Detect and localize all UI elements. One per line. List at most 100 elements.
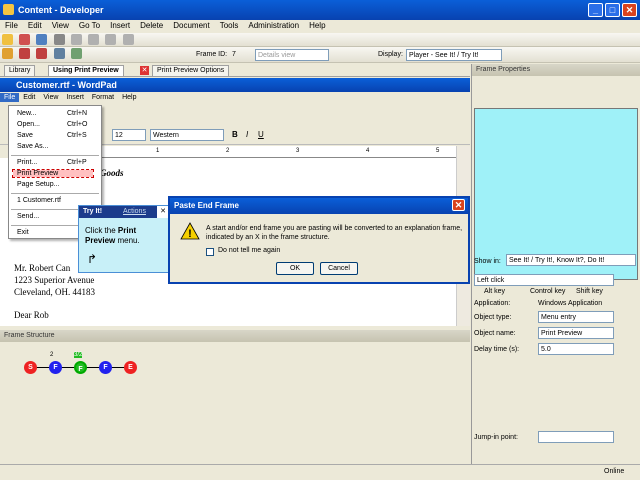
- callout-tab-actions[interactable]: Actions: [123, 208, 146, 215]
- file-menu-item[interactable]: Page Setup...: [17, 181, 97, 188]
- italic-button[interactable]: I: [246, 130, 248, 139]
- menu-separator: [11, 193, 99, 194]
- menu-delete[interactable]: Delete: [135, 20, 168, 31]
- dialog-message: A start and/or end frame you are pasting…: [206, 225, 463, 241]
- copy-icon[interactable]: [88, 34, 100, 45]
- ruler-mark: 3: [296, 148, 300, 154]
- menu-file[interactable]: File: [0, 20, 23, 31]
- file-menu-item-shortcut: Ctrl+S: [67, 132, 87, 139]
- cancel-button[interactable]: Cancel: [320, 262, 358, 275]
- file-menu-item[interactable]: New... Ctrl+N: [17, 110, 97, 117]
- window-title: Content - Developer: [18, 5, 104, 15]
- paste-end-frame-dialog: Paste End Frame ✕ ! A start and/or end f…: [168, 196, 470, 284]
- display-label: Display:: [378, 51, 403, 58]
- menu-go-to[interactable]: Go To: [74, 20, 105, 31]
- callout-text-2: menu.: [115, 236, 140, 245]
- open-icon[interactable]: [36, 34, 48, 45]
- show-in-label: Show in:: [474, 258, 501, 265]
- tab-using-print-preview[interactable]: Using Print Preview: [48, 65, 124, 77]
- file-menu-item[interactable]: Open... Ctrl+O: [17, 121, 97, 128]
- tab-library[interactable]: Library: [4, 65, 36, 77]
- insert-frame-icon[interactable]: [19, 48, 31, 59]
- show-in-select[interactable]: See It! / Try It!, Know It?, Do It!: [506, 254, 636, 266]
- paste-icon[interactable]: [105, 34, 117, 45]
- object-type-select[interactable]: Menu entry: [538, 311, 614, 323]
- app-titlebar: Content - Developer _ □ ✕: [0, 0, 640, 20]
- save-icon[interactable]: [53, 34, 65, 45]
- wordpad-menu-help[interactable]: Help: [118, 93, 140, 102]
- properties-icon[interactable]: [70, 48, 82, 59]
- frame-count-label: 3/2: [74, 352, 83, 358]
- file-menu-item[interactable]: Print Preview: [12, 169, 94, 178]
- file-menu-item-label: Print...: [17, 159, 38, 166]
- file-menu-item[interactable]: 1 Customer.rtf: [17, 197, 97, 204]
- frame-id-value: 7: [232, 51, 236, 58]
- dialog-close-button[interactable]: ✕: [452, 199, 465, 211]
- ruler-mark: 4: [366, 148, 370, 154]
- callout-tab-tryit[interactable]: Try It!: [83, 208, 102, 215]
- toolbar-standard: [0, 33, 640, 47]
- action-select[interactable]: Left click: [474, 274, 614, 286]
- menu-document[interactable]: Document: [168, 20, 214, 31]
- tab-print-preview-options[interactable]: Print Preview Options: [152, 65, 230, 77]
- dialog-titlebar: Paste End Frame ✕: [170, 198, 468, 214]
- svg-text:!: !: [188, 228, 192, 240]
- bold-button[interactable]: B: [232, 130, 238, 139]
- wordpad-menu-file[interactable]: File: [0, 93, 20, 102]
- menu-separator: [11, 155, 99, 156]
- close-button[interactable]: ✕: [622, 3, 637, 17]
- font-size-select[interactable]: 12: [112, 129, 146, 141]
- display-select[interactable]: Player - See It! / Try It!: [406, 49, 502, 61]
- frame-node-selected[interactable]: F: [74, 361, 87, 374]
- wordpad-menu-view[interactable]: View: [39, 93, 62, 102]
- frame-id-label: Frame ID:: [196, 51, 228, 58]
- main-menubar: File Edit View Go To Insert Delete Document Too…: [0, 20, 640, 33]
- record-icon[interactable]: [2, 48, 13, 59]
- close-tab-icon[interactable]: ✕: [140, 66, 149, 75]
- underline-button[interactable]: U: [258, 130, 264, 139]
- shift-key-checkbox[interactable]: Shift key: [576, 288, 603, 295]
- delay-time-select[interactable]: 5.0: [538, 343, 614, 355]
- jump-in-input[interactable]: [538, 431, 614, 443]
- publish-icon[interactable]: [19, 34, 31, 45]
- menu-view[interactable]: View: [47, 20, 74, 31]
- menu-insert[interactable]: Insert: [105, 20, 135, 31]
- frame-node[interactable]: F: [49, 361, 62, 374]
- cut-icon[interactable]: [70, 34, 82, 45]
- ok-button[interactable]: OK: [276, 262, 314, 275]
- wordpad-menu-edit[interactable]: Edit: [19, 93, 39, 102]
- frame-node[interactable]: F: [99, 361, 112, 374]
- menu-tools[interactable]: Tools: [215, 20, 244, 31]
- file-menu-item-label: Open...: [17, 121, 40, 128]
- control-key-checkbox[interactable]: Control key: [530, 288, 565, 295]
- alt-key-checkbox[interactable]: Alt key: [484, 288, 505, 295]
- undo-icon[interactable]: [122, 34, 134, 45]
- minimize-button[interactable]: _: [588, 3, 603, 17]
- wordpad-menu-insert[interactable]: Insert: [62, 93, 88, 102]
- script-select[interactable]: Western: [150, 129, 224, 141]
- maximize-button[interactable]: □: [605, 3, 620, 17]
- dont-tell-checkbox[interactable]: [206, 248, 214, 256]
- file-menu-item-shortcut: Ctrl+N: [67, 110, 88, 117]
- new-icon[interactable]: [2, 34, 13, 45]
- file-menu-item[interactable]: Save Ctrl+S: [17, 132, 97, 139]
- file-menu-item-label: Send...: [17, 213, 40, 220]
- start-frame-node[interactable]: S: [24, 361, 37, 374]
- file-menu-item[interactable]: Save As...: [17, 143, 97, 150]
- end-frame-node[interactable]: E: [124, 361, 137, 374]
- wordpad-menu-format[interactable]: Format: [88, 93, 118, 102]
- view-select[interactable]: Details view: [255, 49, 329, 61]
- dialog-title: Paste End Frame: [174, 201, 239, 210]
- doc-heading: Goods: [100, 168, 124, 178]
- menu-administration[interactable]: Administration: [243, 20, 304, 31]
- menu-help[interactable]: Help: [304, 20, 330, 31]
- object-name-input[interactable]: Print Preview: [538, 327, 614, 339]
- link-icon[interactable]: [53, 48, 65, 59]
- application-label: Application:: [474, 300, 511, 307]
- menu-edit[interactable]: Edit: [23, 20, 47, 31]
- jump-in-label: Jump-in point:: [474, 434, 518, 441]
- file-menu-item[interactable]: Print... Ctrl+P: [17, 159, 97, 166]
- delete-frame-icon[interactable]: [36, 48, 48, 59]
- callout-text-1: Click the: [85, 226, 118, 235]
- wordpad-menubar: File Edit View Insert Format Help: [0, 92, 470, 105]
